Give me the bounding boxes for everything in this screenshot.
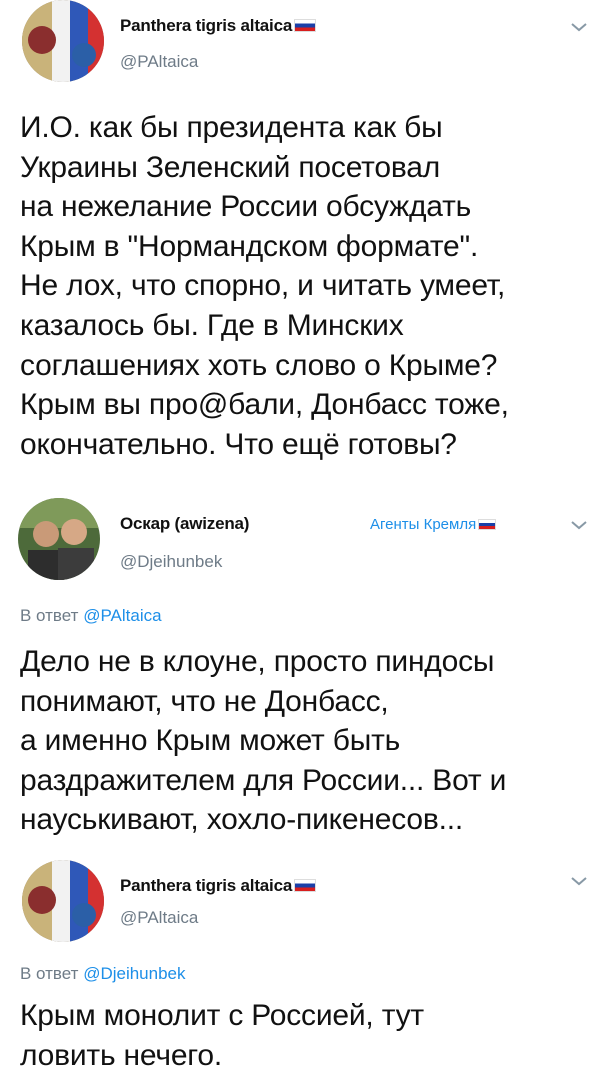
flag-icon <box>294 879 317 892</box>
chevron-down-icon[interactable] <box>570 520 588 530</box>
reply-to: В ответ @Djeihunbek <box>20 964 186 983</box>
avatar[interactable] <box>18 498 100 580</box>
author-name[interactable]: Panthera tigris altaica <box>120 16 317 36</box>
author-handle[interactable]: @PAltaica <box>120 52 198 72</box>
author-handle[interactable]: @PAltaica <box>120 908 198 928</box>
badge-agents-kremlin[interactable]: Агенты Кремля <box>370 516 497 533</box>
flag-icon <box>294 19 317 32</box>
reply-mention-link[interactable]: @Djeihunbek <box>83 964 185 983</box>
tweet-text: И.О. как бы президента как бы Украины Зе… <box>20 111 509 461</box>
chevron-down-icon[interactable] <box>570 22 588 32</box>
chevron-down-icon[interactable] <box>570 876 588 886</box>
author-name[interactable]: Panthera tigris altaica <box>120 876 317 896</box>
avatar[interactable] <box>22 860 104 942</box>
tweet-text: Крым монолит с Россией, тут ловить нечег… <box>20 999 424 1072</box>
reply-to: В ответ @PAltaica <box>20 606 162 625</box>
flag-icon <box>478 519 497 530</box>
reply-mention-link[interactable]: @PAltaica <box>83 606 161 625</box>
avatar[interactable] <box>22 0 104 82</box>
author-name[interactable]: Оскар (awizena) <box>120 514 249 534</box>
tweet-text: Дело не в клоуне, просто пиндосы понимаю… <box>20 645 507 837</box>
author-handle[interactable]: @Djeihunbek <box>120 552 222 572</box>
